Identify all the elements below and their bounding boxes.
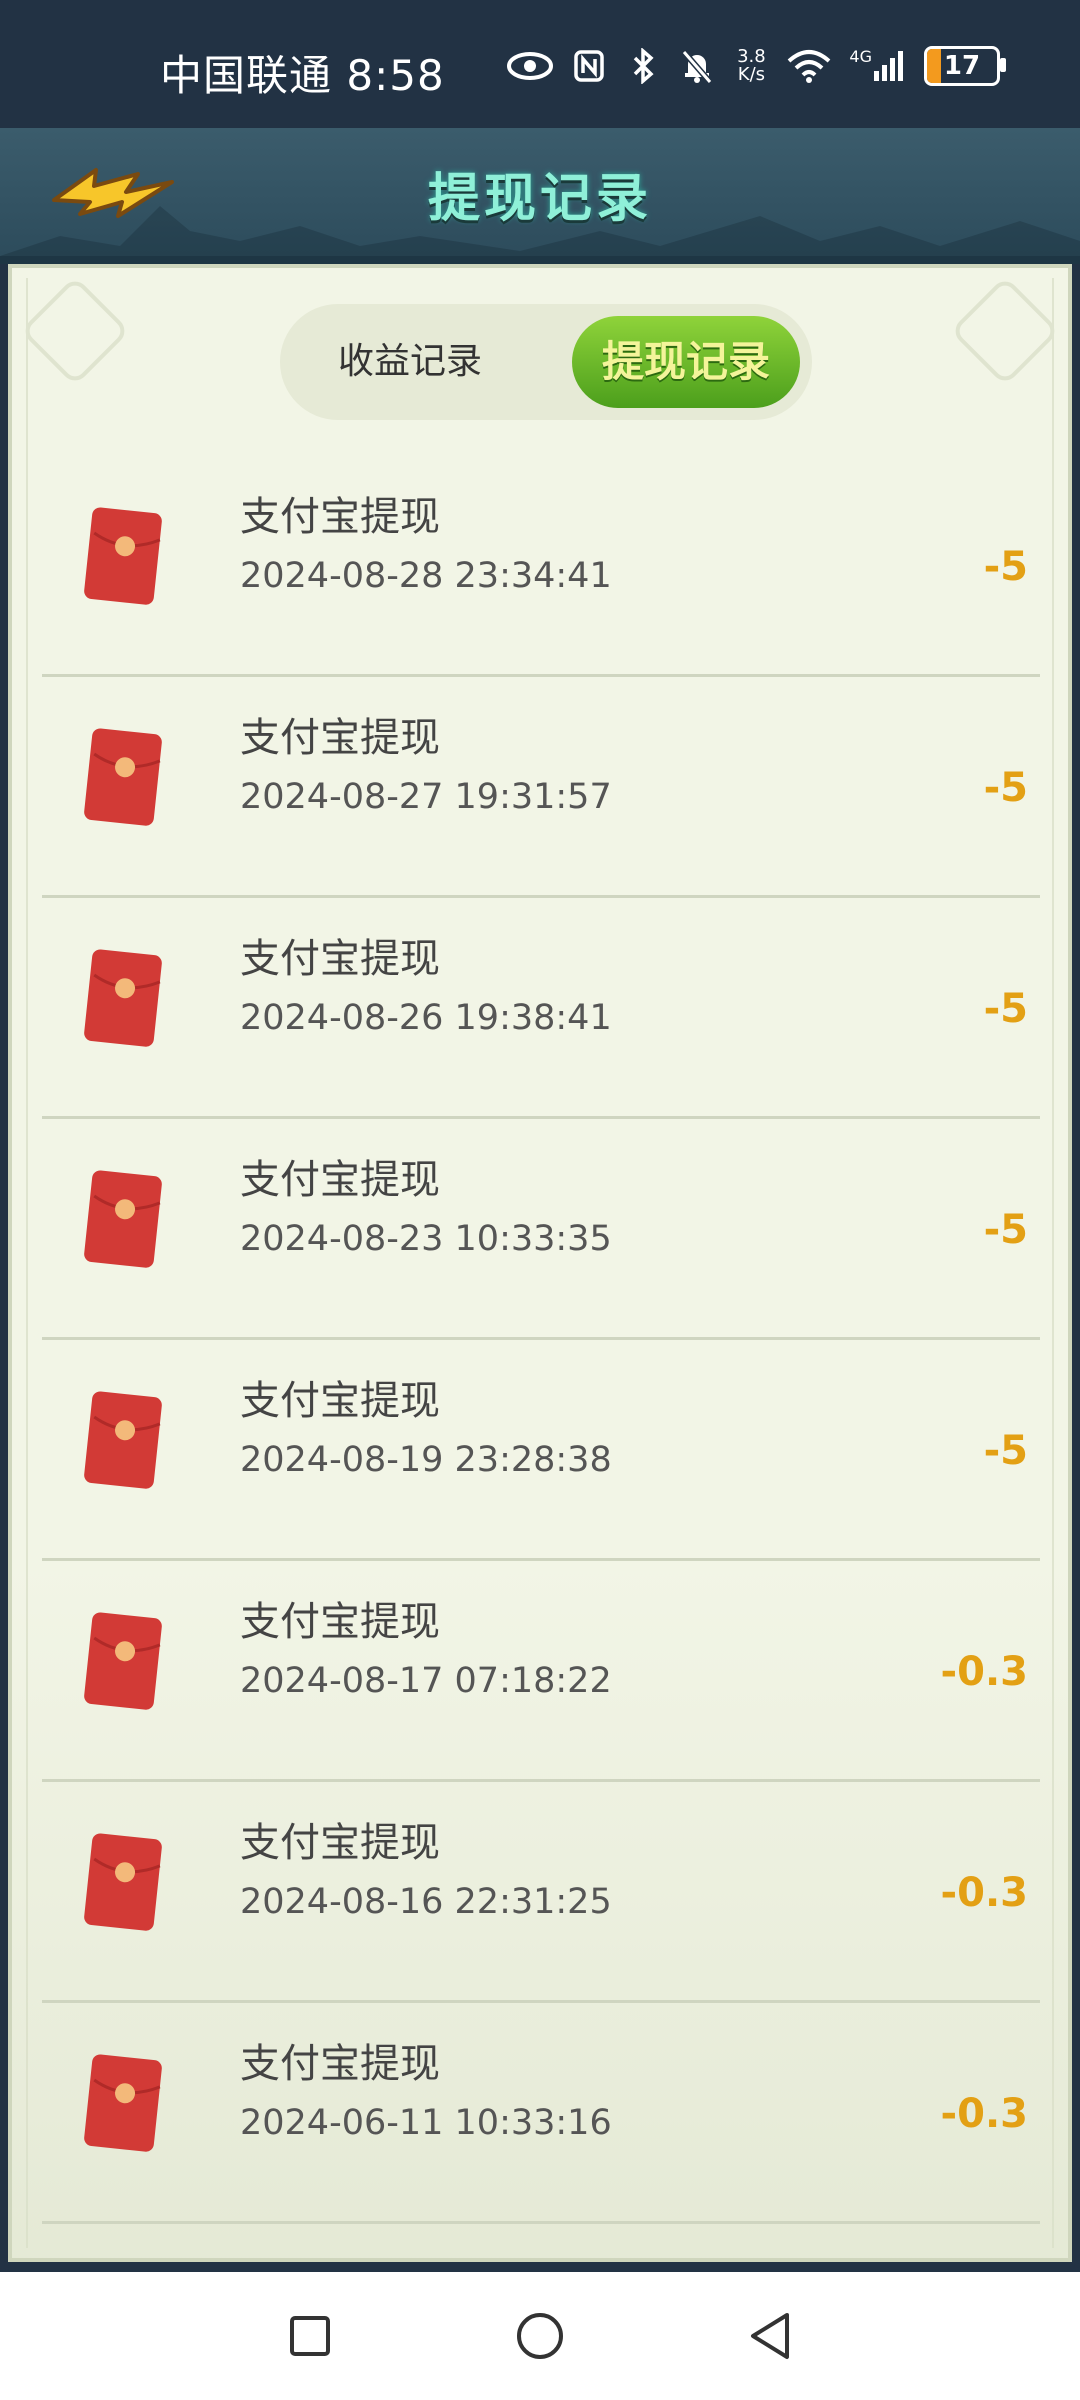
record-title: 支付宝提现 xyxy=(240,715,440,761)
record-amount: -0.3 xyxy=(940,1649,1028,1695)
home-button[interactable] xyxy=(510,2306,570,2366)
record-datetime: 2024-08-16 22:31:25 xyxy=(240,1882,612,1922)
system-navigation-bar xyxy=(0,2272,1080,2400)
record-datetime: 2024-08-28 23:34:41 xyxy=(240,556,612,596)
record-type-toggle: 收益记录 提现记录 xyxy=(280,304,812,420)
record-amount: -0.3 xyxy=(940,2091,1028,2137)
red-envelope-icon xyxy=(84,2054,162,2152)
nfc-icon xyxy=(571,46,607,86)
list-item: 支付宝提现 2024-08-26 19:38:41 -5 xyxy=(42,898,1040,1119)
net-speed-unit: K/s xyxy=(737,64,766,85)
list-item: 支付宝提现 2024-08-16 22:31:25 -0.3 xyxy=(42,1782,1040,2003)
recent-apps-button[interactable] xyxy=(280,2306,340,2366)
status-bar: 中国联通 8:58 3.8 K/s 4G 17 xyxy=(0,0,1080,128)
record-amount: -0.3 xyxy=(940,1870,1028,1916)
wifi-icon xyxy=(787,46,831,86)
tab-withdraw-records[interactable]: 提现记录 xyxy=(572,316,800,408)
record-datetime: 2024-08-19 23:28:38 xyxy=(240,1440,612,1480)
battery-indicator: 17 xyxy=(924,46,1006,86)
record-title: 支付宝提现 xyxy=(240,1599,440,1645)
red-envelope-icon xyxy=(84,728,162,826)
record-datetime: 2024-08-26 19:38:41 xyxy=(240,998,612,1038)
withdraw-record-list: 支付宝提现 2024-08-28 23:34:41 -5 支付宝提现 2024-… xyxy=(42,456,1040,2224)
system-back-button[interactable] xyxy=(740,2306,800,2366)
red-envelope-icon xyxy=(84,1612,162,1710)
record-datetime: 2024-08-23 10:33:35 xyxy=(240,1219,612,1259)
carrier-time: 中国联通 8:58 xyxy=(160,42,445,103)
list-item: 支付宝提现 2024-08-28 23:34:41 -5 xyxy=(42,456,1040,677)
record-amount: -5 xyxy=(983,986,1028,1032)
records-panel: 收益记录 提现记录 支付宝提现 2024-08-28 23:34:41 -5 支… xyxy=(8,264,1072,2262)
list-item: 支付宝提现 2024-08-17 07:18:22 -0.3 xyxy=(42,1561,1040,1782)
page-title: 提现记录 xyxy=(427,169,652,229)
record-title: 支付宝提现 xyxy=(240,2041,440,2087)
triangle-back-icon xyxy=(751,2313,789,2359)
tab-income-records[interactable]: 收益记录 xyxy=(280,304,540,420)
app-header: 提现记录 xyxy=(0,128,1080,264)
square-icon xyxy=(290,2316,330,2356)
circle-icon xyxy=(517,2313,563,2359)
bluetooth-icon xyxy=(625,46,661,86)
status-icons: 3.8 K/s 4G 17 xyxy=(507,46,1006,86)
record-amount: -5 xyxy=(983,1207,1028,1253)
carrier-name: 中国联通 xyxy=(160,51,333,100)
list-item: 支付宝提现 2024-08-19 23:28:38 -5 xyxy=(42,1340,1040,1561)
cellular-signal-icon: 4G xyxy=(849,46,906,86)
record-amount: -5 xyxy=(983,544,1028,590)
record-title: 支付宝提现 xyxy=(240,494,440,540)
battery-level: 17 xyxy=(943,51,981,81)
list-item: 支付宝提现 2024-08-23 10:33:35 -5 xyxy=(42,1119,1040,1340)
network-type: 4G xyxy=(849,46,872,66)
red-envelope-icon xyxy=(84,1170,162,1268)
record-amount: -5 xyxy=(983,765,1028,811)
record-title: 支付宝提现 xyxy=(240,1820,440,1866)
clock: 8:58 xyxy=(346,51,445,100)
red-envelope-icon xyxy=(84,949,162,1047)
mute-bell-icon xyxy=(679,46,715,86)
record-datetime: 2024-08-27 19:31:57 xyxy=(240,777,612,817)
record-title: 支付宝提现 xyxy=(240,936,440,982)
eye-icon xyxy=(507,46,554,86)
record-amount: -5 xyxy=(983,1428,1028,1474)
list-item: 支付宝提现 2024-06-11 10:33:16 -0.3 xyxy=(42,2003,1040,2224)
record-title: 支付宝提现 xyxy=(240,1157,440,1203)
red-envelope-icon xyxy=(84,1833,162,1931)
net-speed: 3.8 K/s xyxy=(733,46,769,86)
record-datetime: 2024-08-17 07:18:22 xyxy=(240,1661,612,1701)
red-envelope-icon xyxy=(84,507,162,605)
record-datetime: 2024-06-11 10:33:16 xyxy=(240,2103,612,2143)
list-item: 支付宝提现 2024-08-27 19:31:57 -5 xyxy=(42,677,1040,898)
record-title: 支付宝提现 xyxy=(240,1378,440,1424)
red-envelope-icon xyxy=(84,1391,162,1489)
